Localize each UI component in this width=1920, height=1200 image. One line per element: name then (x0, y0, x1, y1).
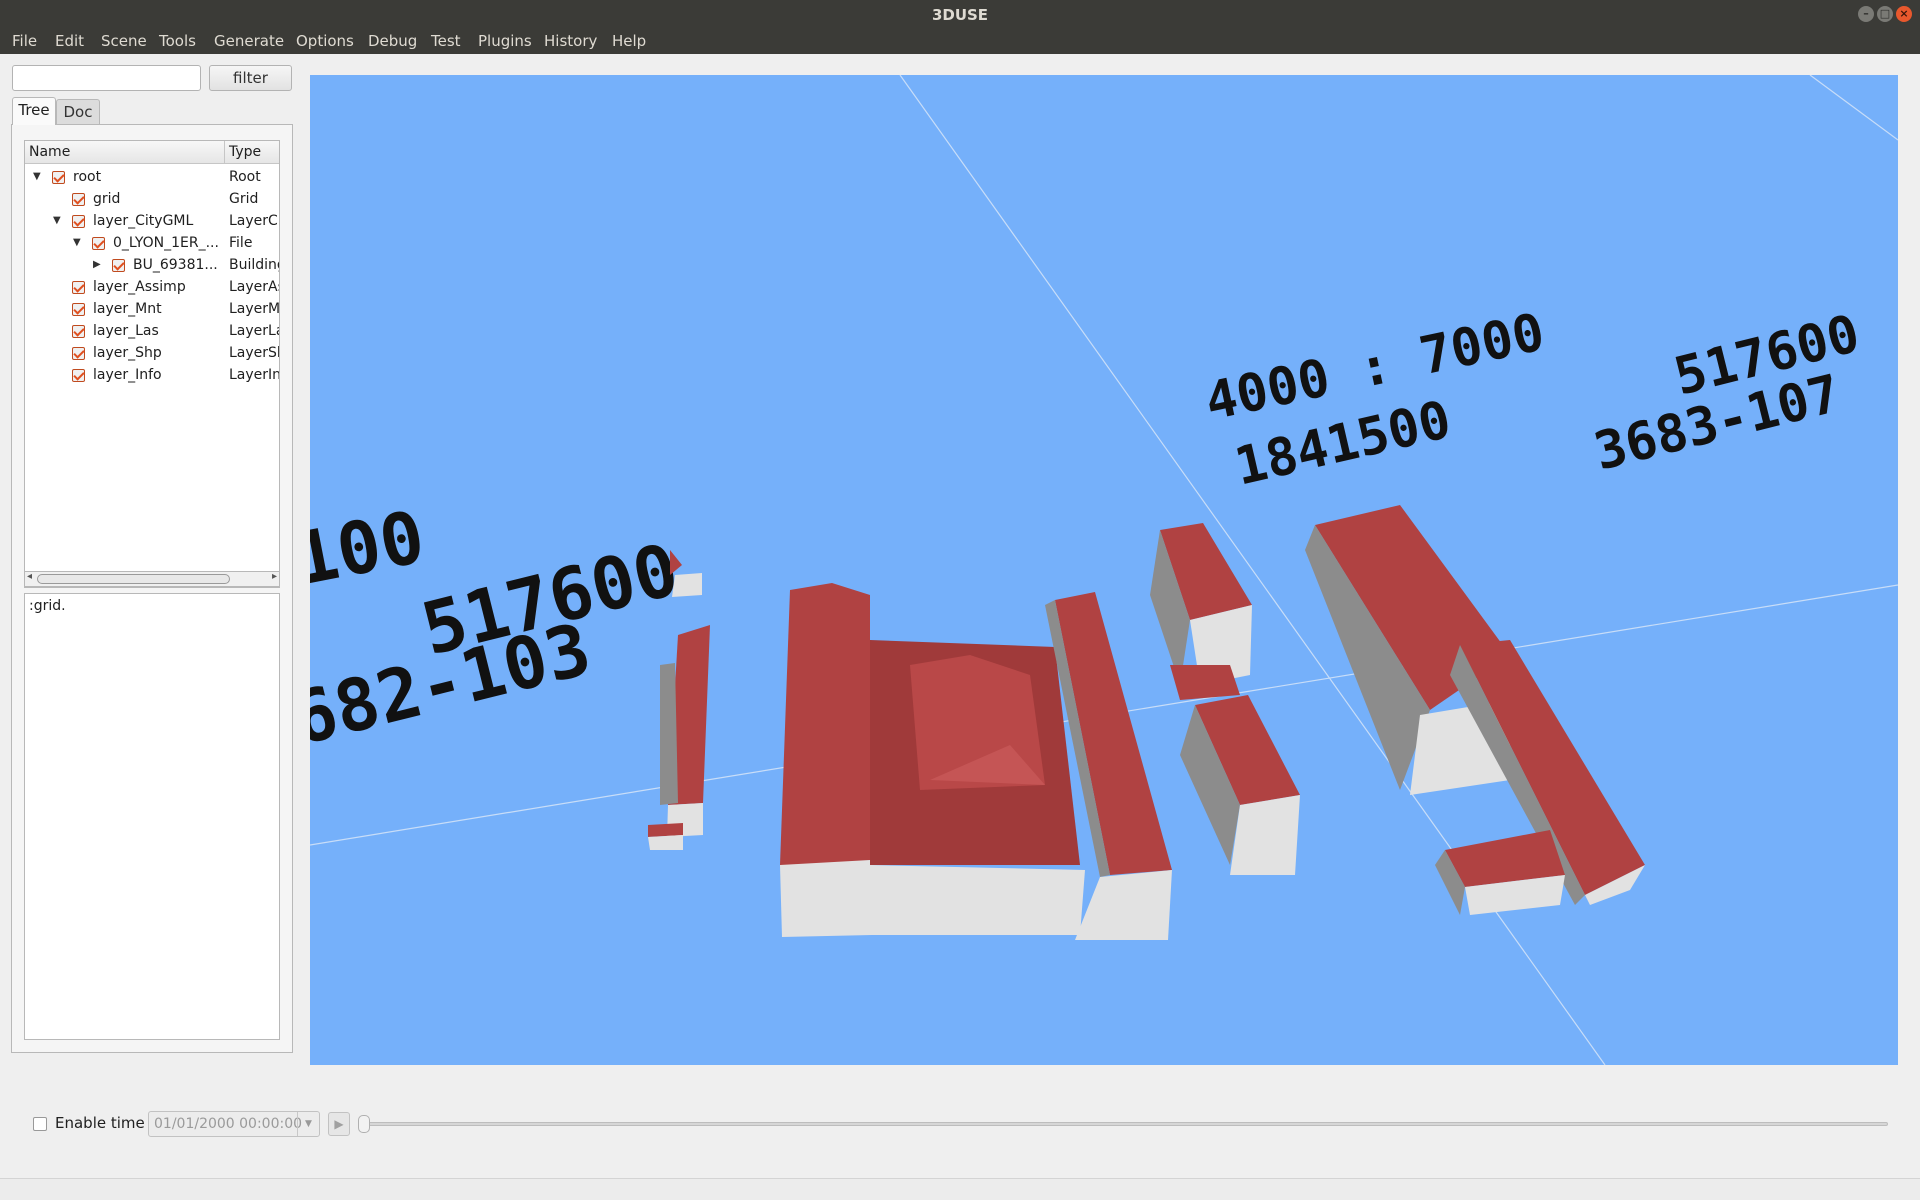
tree-row-type: LayerLa (229, 323, 280, 339)
tab-tree[interactable]: Tree (12, 97, 56, 125)
menu-bar: File Edit Scene Tools Generate Options D… (0, 28, 1920, 54)
tree-row-name: root (73, 169, 102, 185)
minimize-icon[interactable]: – (1858, 6, 1874, 22)
info-text-area[interactable]: :grid. (24, 593, 280, 1040)
tree-row-name: layer_Las (93, 323, 159, 339)
title-bar: 3DUSE – □ × (0, 0, 1920, 28)
tab-doc[interactable]: Doc (56, 99, 100, 124)
tree-row-name: layer_Info (93, 367, 162, 383)
menu-debug[interactable]: Debug (368, 32, 417, 50)
time-slider-handle[interactable] (358, 1115, 370, 1133)
checkbox[interactable] (72, 347, 85, 360)
tree-row-name: BU_69381... (133, 257, 218, 273)
tree-row[interactable]: layer_Shp LayerSh (25, 342, 279, 364)
tree-row-type: Root (229, 169, 261, 185)
menu-edit[interactable]: Edit (55, 32, 84, 50)
chevron-down-icon[interactable]: ▼ (297, 1112, 319, 1136)
tree-row[interactable]: grid Grid (25, 188, 279, 210)
date-time-value: 01/01/2000 00:00:00 (154, 1116, 303, 1132)
window-title: 3DUSE (931, 6, 989, 24)
date-time-field[interactable]: 01/01/2000 00:00:00 ▼ (148, 1111, 320, 1137)
menu-history[interactable]: History (544, 32, 597, 50)
menu-plugins[interactable]: Plugins (478, 32, 532, 50)
tree-row[interactable]: ▼ root Root (25, 166, 279, 188)
menu-tools[interactable]: Tools (159, 32, 196, 50)
tree-row[interactable]: layer_Info LayerIn (25, 364, 280, 386)
menu-options[interactable]: Options (296, 32, 354, 50)
city-buildings (648, 505, 1645, 940)
enable-time-checkbox[interactable] (33, 1117, 47, 1131)
tree-row-name: 0_LYON_1ER_... (113, 235, 219, 251)
status-bar (0, 1178, 1920, 1200)
checkbox[interactable] (72, 193, 85, 206)
menu-help[interactable]: Help (612, 32, 646, 50)
scroll-right-icon[interactable]: ▸ (272, 571, 277, 582)
tree-row-type: Grid (229, 191, 259, 207)
tree-row-type: LayerSh (229, 345, 279, 361)
checkbox[interactable] (112, 259, 125, 272)
checkbox[interactable] (72, 215, 85, 228)
tree-row-name: layer_Mnt (93, 301, 162, 317)
play-icon: ▶ (334, 1117, 344, 1131)
checkbox[interactable] (72, 303, 85, 316)
checkbox[interactable] (72, 325, 85, 338)
tree-row[interactable]: layer_Assimp LayerAs (25, 276, 280, 298)
tree-row[interactable]: ▼ 0_LYON_1ER_... File (25, 232, 279, 254)
tree-row-type: LayerCi (229, 213, 280, 229)
scrollbar-thumb[interactable] (37, 574, 230, 584)
tree-row[interactable]: ▼ layer_CityGML LayerCi (25, 210, 280, 232)
checkbox[interactable] (52, 171, 65, 184)
tree-row-name: layer_CityGML (93, 213, 194, 229)
checkbox[interactable] (72, 281, 85, 294)
tree-row-type: LayerMi (229, 301, 280, 317)
time-slider[interactable] (360, 1122, 1888, 1126)
checkbox[interactable] (72, 369, 85, 382)
column-header-name[interactable]: Name (25, 141, 225, 164)
tree-row[interactable]: layer_Mnt LayerMi (25, 298, 280, 320)
grid-label: 100 (310, 494, 431, 601)
enable-time-label: Enable time (55, 1114, 145, 1132)
scene-render: 100 517600 682-103 4000 : 7000 1841500 5… (310, 75, 1898, 1065)
menu-file[interactable]: File (12, 32, 37, 50)
close-icon[interactable]: × (1896, 6, 1912, 22)
tree-row-name: layer_Assimp (93, 279, 186, 295)
tree-row[interactable]: layer_Las LayerLa (25, 320, 280, 342)
maximize-icon[interactable]: □ (1877, 6, 1893, 22)
tree-row-name: layer_Shp (93, 345, 162, 361)
tree-row-type: Building (229, 257, 279, 273)
checkbox[interactable] (92, 237, 105, 250)
filter-input[interactable] (12, 65, 201, 91)
scroll-left-icon[interactable]: ◂ (27, 571, 32, 582)
expand-arrow-icon[interactable]: ▼ (73, 232, 81, 254)
horizontal-scrollbar[interactable]: ◂ ▸ (24, 571, 280, 587)
menu-generate[interactable]: Generate (214, 32, 284, 50)
tree-row-type: File (229, 235, 253, 251)
tree-row-type: LayerAs (229, 279, 280, 295)
tree-row-name: grid (93, 191, 121, 207)
filter-button[interactable]: filter (209, 65, 292, 91)
menu-scene[interactable]: Scene (101, 32, 147, 50)
play-button[interactable]: ▶ (328, 1112, 350, 1136)
tree-row[interactable]: ▶ BU_69381... Building (25, 254, 279, 276)
scene-tree[interactable]: Name Type ▼ root Root grid Grid ▼ layer_… (24, 140, 280, 588)
collapse-arrow-icon[interactable]: ▶ (93, 254, 101, 276)
tree-row-type: LayerIn (229, 367, 280, 383)
3d-viewport[interactable]: 100 517600 682-103 4000 : 7000 1841500 5… (310, 75, 1898, 1065)
expand-arrow-icon[interactable]: ▼ (53, 210, 61, 232)
column-header-type[interactable]: Type (225, 141, 279, 164)
menu-test[interactable]: Test (431, 32, 461, 50)
expand-arrow-icon[interactable]: ▼ (33, 166, 41, 188)
